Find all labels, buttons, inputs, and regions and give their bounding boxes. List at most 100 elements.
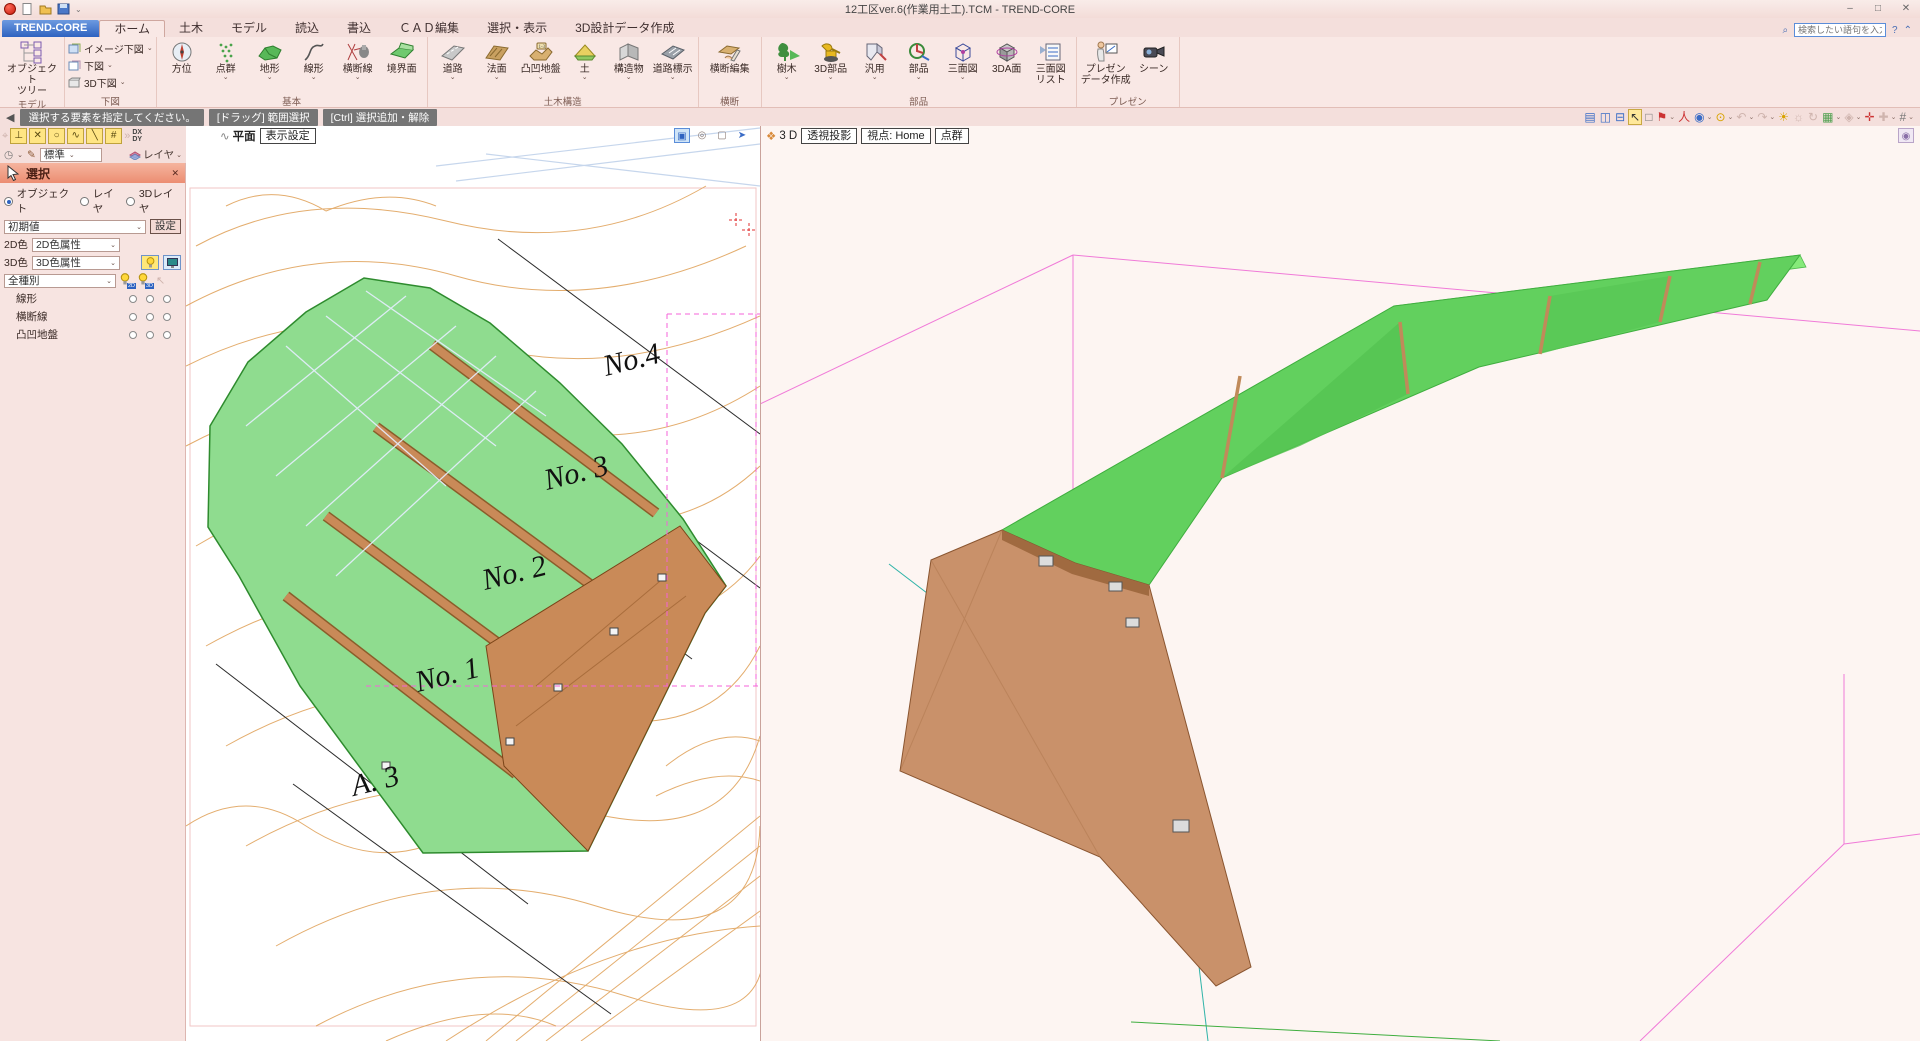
- snap-midpoint[interactable]: ∿: [67, 128, 84, 144]
- tab-3d-design-data[interactable]: 3D設計データ作成: [561, 20, 688, 37]
- bulb-toggle-button[interactable]: [141, 255, 159, 270]
- close-button[interactable]: ✕: [1892, 1, 1920, 17]
- alignment-toggle-2[interactable]: [146, 295, 154, 303]
- preset-select[interactable]: 初期値⌄: [4, 220, 146, 234]
- object-tree-button[interactable]: オブジェクト ツリー: [3, 38, 61, 97]
- uneven-ground-button[interactable]: 1-3凸凹地盤⌄: [519, 38, 563, 81]
- maximize-button[interactable]: □: [1864, 1, 1892, 17]
- road-button[interactable]: 道路⌄: [431, 38, 475, 81]
- image-underlay-button[interactable]: イメージ下図⌄: [68, 41, 153, 56]
- search-input[interactable]: [1794, 23, 1886, 37]
- display-settings-button[interactable]: 表示設定: [260, 128, 316, 144]
- terrain-button[interactable]: 地形⌄: [248, 38, 292, 81]
- cross-section-edit-button[interactable]: 横断編集: [702, 38, 758, 75]
- rotate-icon[interactable]: ✚: [1878, 110, 1890, 124]
- bulb-2d-button[interactable]: 2D: [120, 273, 134, 288]
- cross-section-line-button[interactable]: 横断線⌄: [336, 38, 380, 81]
- panel-close-icon[interactable]: ✕: [171, 168, 179, 179]
- redo-icon[interactable]: ↷: [1756, 110, 1768, 124]
- underlay-3d-button[interactable]: 3D下図⌄: [68, 75, 153, 90]
- tree-button[interactable]: 樹木⌄: [765, 38, 809, 81]
- soil-button[interactable]: 土⌄: [563, 38, 607, 81]
- projection-button[interactable]: 透視投影: [801, 128, 857, 144]
- select-highlight-icon[interactable]: ↖: [156, 274, 165, 287]
- layers-icon[interactable]: ▦: [1821, 110, 1834, 124]
- undo-icon[interactable]: ↶: [1735, 110, 1747, 124]
- snap-grid[interactable]: #: [105, 128, 122, 144]
- tab-doboku[interactable]: 土木: [165, 20, 217, 37]
- display-order-icon[interactable]: ▣: [674, 128, 690, 143]
- view-list-icon[interactable]: ▤: [1583, 110, 1596, 124]
- terrain-model-3d[interactable]: [900, 255, 1806, 986]
- crosssection-toggle-2[interactable]: [146, 313, 154, 321]
- ground-toggle-3[interactable]: [163, 331, 171, 339]
- plan-view-tab[interactable]: ∿平面: [220, 128, 256, 144]
- snap-nearest[interactable]: ○: [48, 128, 65, 144]
- generic-button[interactable]: 汎用⌄: [853, 38, 897, 81]
- layer-select[interactable]: レイヤ ⌄: [129, 147, 182, 162]
- frame-icon[interactable]: ▢: [714, 128, 730, 143]
- minimize-button[interactable]: –: [1836, 1, 1864, 17]
- perspective-canvas[interactable]: [760, 126, 1920, 1041]
- grid-icon[interactable]: #: [1898, 110, 1907, 124]
- light-icon[interactable]: ☀: [1777, 110, 1790, 124]
- underlay-button[interactable]: 下図⌄: [68, 58, 153, 73]
- marquee-select-icon[interactable]: □: [1644, 110, 1653, 124]
- ground-toggle-1[interactable]: [129, 331, 137, 339]
- walkthrough-icon[interactable]: 人: [1677, 110, 1691, 124]
- presentation-data-button[interactable]: プレゼン データ作成: [1080, 38, 1132, 86]
- settings-button[interactable]: 設定: [150, 219, 181, 234]
- section-clip-icon[interactable]: ⚑: [1655, 110, 1668, 124]
- radio-layer[interactable]: [80, 197, 89, 206]
- alignment-button[interactable]: 線形⌄: [292, 38, 336, 81]
- move-icon[interactable]: ✛: [1863, 110, 1875, 124]
- shade-icon[interactable]: ☼: [1792, 110, 1805, 124]
- visibility-icon[interactable]: ◉: [1693, 110, 1705, 124]
- alignment-toggle-1[interactable]: [129, 295, 137, 303]
- tab-export[interactable]: 書込: [333, 20, 385, 37]
- parts-button[interactable]: 部品⌄: [897, 38, 941, 81]
- snap-intersection[interactable]: ✕: [29, 128, 46, 144]
- viewport-3d[interactable]: ❖3 D 透視投影 視点: Home 点群 ◉: [760, 126, 1920, 1041]
- app-menu-button[interactable]: TREND-CORE: [2, 20, 99, 37]
- structure-button[interactable]: 構造物⌄: [607, 38, 651, 81]
- green-surface-3d[interactable]: [1002, 255, 1800, 585]
- camera-icon[interactable]: ◉: [1898, 128, 1914, 143]
- point-cloud-button[interactable]: 点群⌄: [204, 38, 248, 81]
- style-select[interactable]: 標準⌄: [40, 148, 102, 162]
- tab-select-display[interactable]: 選択・表示: [473, 20, 561, 37]
- picker-icon[interactable]: ✎: [27, 149, 36, 161]
- history-icon[interactable]: ◷: [4, 149, 13, 161]
- three-view-list-button[interactable]: 三面図 リスト: [1029, 38, 1073, 86]
- snap-line[interactable]: ╲: [86, 128, 103, 144]
- color2d-select[interactable]: 2D色属性⌄: [32, 238, 120, 252]
- ground-toggle-2[interactable]: [146, 331, 154, 339]
- radio-3dlayer[interactable]: [126, 197, 135, 206]
- plan-view-canvas[interactable]: No.4 No. 3 No. 2 No. 1 A. 3: [186, 126, 760, 1041]
- type-filter-select[interactable]: 全種別⌄: [4, 274, 116, 288]
- boundary-surface-button[interactable]: 境界面: [380, 38, 424, 75]
- viewport-2d[interactable]: No.4 No. 3 No. 2 No. 1 A. 3 ∿平面 表示設定 ▣ ◎…: [186, 126, 760, 1041]
- scene-button[interactable]: シーン: [1132, 38, 1176, 75]
- split-horizontal-icon[interactable]: ⊟: [1614, 110, 1626, 124]
- snap-point[interactable]: ⊥: [10, 128, 27, 144]
- view3d-tab[interactable]: ❖3 D: [766, 129, 797, 143]
- tab-model[interactable]: モデル: [217, 20, 281, 37]
- bulb-3d-button[interactable]: 3D: [138, 273, 152, 288]
- ribbon-pin-icon[interactable]: ⌃: [1904, 25, 1912, 36]
- monitor-toggle-button[interactable]: [163, 255, 181, 270]
- help-icon[interactable]: ?: [1892, 25, 1898, 36]
- crosssection-toggle-1[interactable]: [129, 313, 137, 321]
- crosssection-toggle-3[interactable]: [163, 313, 171, 321]
- select-cursor-icon[interactable]: ↖: [1628, 109, 1642, 125]
- material-icon[interactable]: ◈: [1843, 110, 1854, 124]
- radio-object[interactable]: [4, 197, 13, 206]
- alignment-toggle-3[interactable]: [163, 295, 171, 303]
- pointcloud-button[interactable]: 点群: [935, 128, 969, 144]
- road-marking-button[interactable]: 道路標示⌄: [651, 38, 695, 81]
- jump-icon[interactable]: ➤: [734, 128, 750, 143]
- three-view-button[interactable]: 三面図⌄: [941, 38, 985, 81]
- visibility-2d-icon[interactable]: ◎: [694, 128, 710, 143]
- slope-button[interactable]: 法面⌄: [475, 38, 519, 81]
- measure-icon[interactable]: ⊙: [1714, 110, 1726, 124]
